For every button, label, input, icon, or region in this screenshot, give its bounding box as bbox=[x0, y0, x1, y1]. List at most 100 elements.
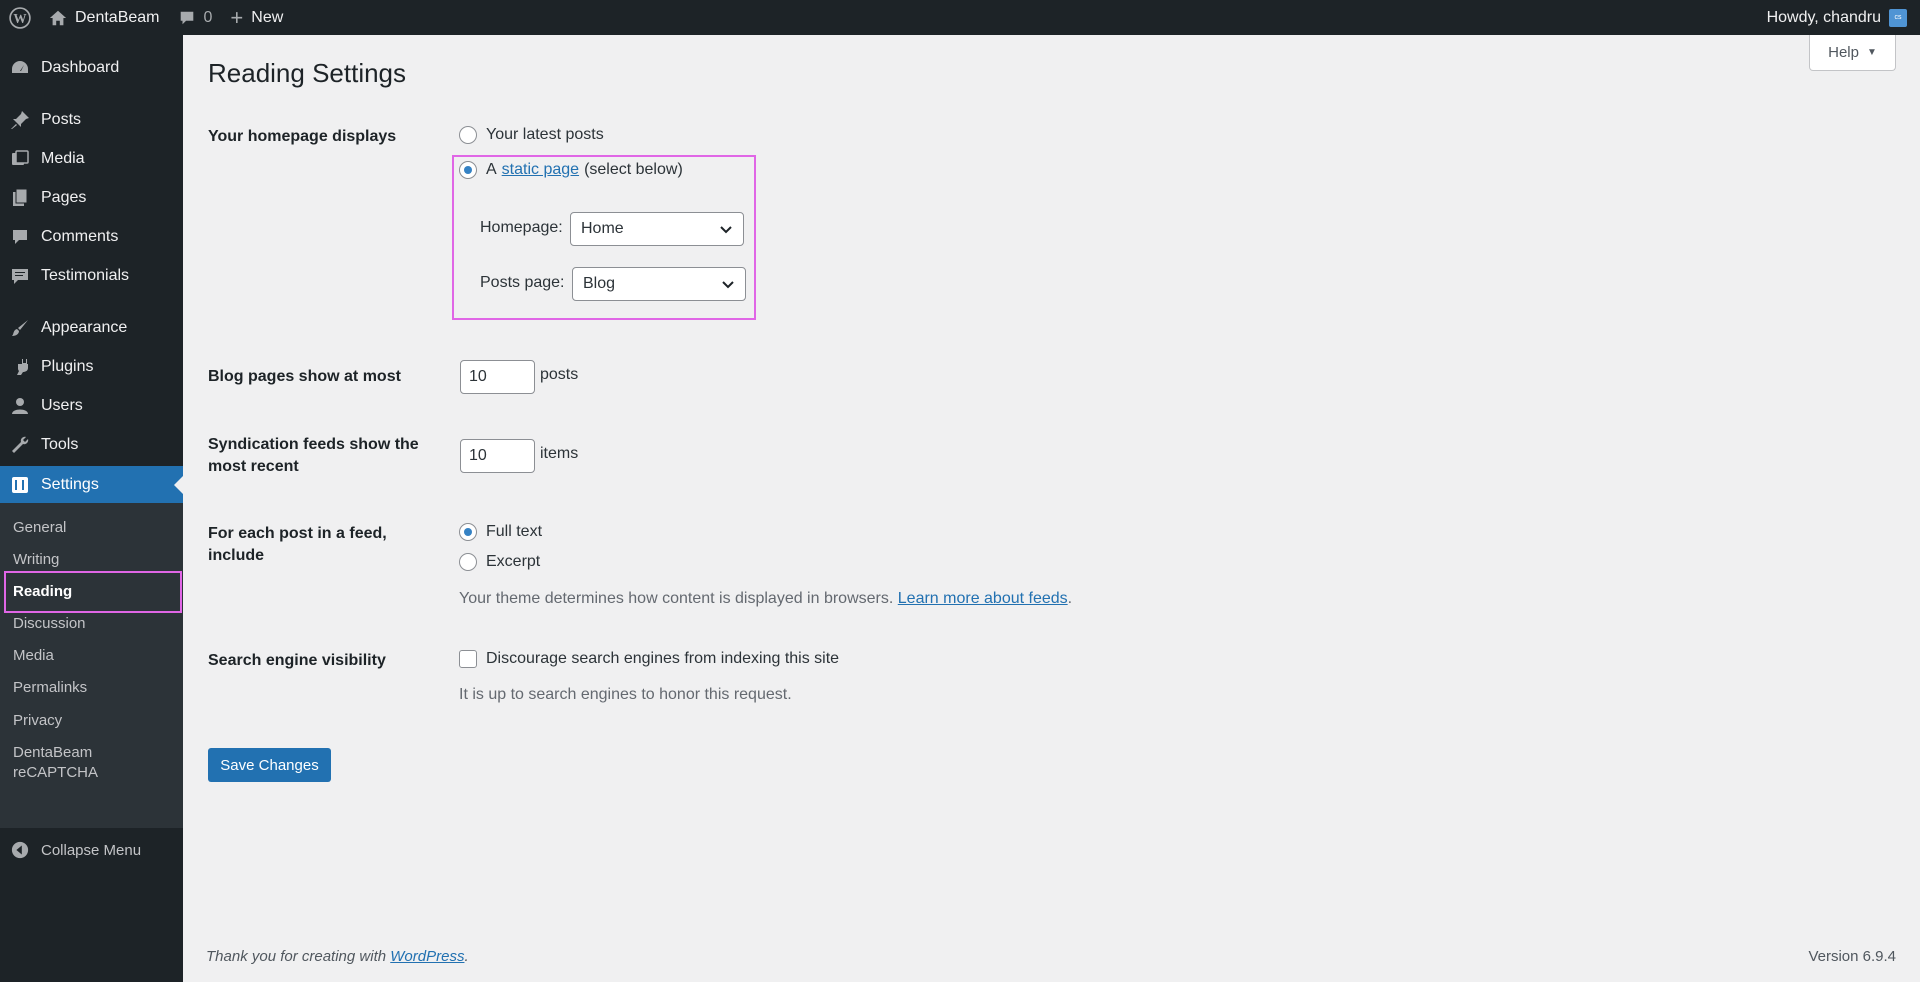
help-button[interactable]: Help ▼ bbox=[1809, 35, 1896, 71]
chevron-down-icon bbox=[722, 281, 734, 289]
submenu-item-general[interactable]: General bbox=[13, 518, 66, 538]
comment-icon bbox=[10, 227, 30, 247]
sidebar-item-appearance[interactable]: Appearance bbox=[0, 310, 183, 346]
submenu-item-discussion[interactable]: Discussion bbox=[13, 614, 86, 634]
plus-icon: + bbox=[230, 4, 244, 30]
submenu-item-permalinks[interactable]: Permalinks bbox=[13, 678, 87, 698]
homepage-select-label: Homepage: bbox=[480, 219, 563, 236]
posts-unit-label: posts bbox=[540, 366, 579, 383]
home-icon bbox=[49, 9, 67, 27]
posts-per-page-input[interactable]: 10 bbox=[460, 360, 535, 394]
blog-pages-label: Blog pages show at most bbox=[208, 368, 401, 385]
radio-excerpt-label: Excerpt bbox=[486, 553, 541, 570]
posts-page-select[interactable]: Blog bbox=[572, 267, 746, 301]
search-visibility-label: Search engine visibility bbox=[208, 652, 386, 669]
sidebar-item-label: Appearance bbox=[41, 319, 128, 336]
sidebar-item-label: Media bbox=[41, 150, 85, 167]
sidebar-item-label: Tools bbox=[41, 436, 79, 453]
comments-count: 0 bbox=[203, 8, 213, 26]
pin-icon bbox=[10, 110, 30, 130]
footer-thanks: Thank you for creating with WordPress. bbox=[206, 948, 469, 965]
submenu-item-privacy[interactable]: Privacy bbox=[13, 711, 62, 731]
items-unit-label: items bbox=[540, 445, 579, 462]
radio-full-text[interactable]: Full text bbox=[459, 523, 542, 541]
sidebar-item-tools[interactable]: Tools bbox=[0, 427, 183, 463]
footer-thanks-end: . bbox=[464, 948, 469, 965]
user-icon bbox=[10, 396, 30, 416]
sidebar-item-label: Pages bbox=[41, 189, 87, 206]
sidebar-item-label: Settings bbox=[41, 476, 99, 493]
comments-link[interactable]: 0 bbox=[169, 0, 222, 35]
save-changes-button[interactable]: Save Changes bbox=[208, 748, 331, 782]
sidebar-item-label: Posts bbox=[41, 111, 82, 128]
radio-button[interactable] bbox=[459, 126, 477, 144]
sidebar-item-media[interactable]: Media bbox=[0, 141, 183, 177]
reading-highlight-annotation bbox=[4, 571, 182, 613]
help-label: Help bbox=[1828, 44, 1859, 61]
feed-description: Your theme determines how content is dis… bbox=[459, 590, 1072, 608]
radio-excerpt[interactable]: Excerpt bbox=[459, 553, 540, 571]
sidebar-item-testimonials[interactable]: Testimonials bbox=[0, 258, 183, 294]
submenu-item-label-line2: reCAPTCHA bbox=[13, 764, 99, 781]
sidebar-item-plugins[interactable]: Plugins bbox=[0, 349, 183, 385]
submenu-item-dentabeam-recaptcha[interactable]: DentaBeam reCAPTCHA bbox=[13, 743, 98, 783]
radio-button[interactable] bbox=[459, 523, 477, 541]
sidebar-item-label: Users bbox=[41, 397, 83, 414]
sidebar-item-settings[interactable]: Settings bbox=[0, 466, 183, 504]
footer-version: Version 6.9.4 bbox=[1808, 948, 1896, 965]
checkbox[interactable] bbox=[459, 650, 477, 668]
dashboard-icon bbox=[10, 58, 30, 78]
homepage-select[interactable]: Home bbox=[570, 212, 744, 246]
sidebar-item-label: Comments bbox=[41, 228, 119, 245]
new-content-link[interactable]: + New bbox=[221, 0, 292, 35]
new-label: New bbox=[251, 8, 284, 26]
wordpress-link[interactable]: WordPress bbox=[390, 948, 464, 965]
testimonial-icon bbox=[10, 266, 30, 286]
posts-per-rss-input[interactable]: 10 bbox=[460, 439, 535, 473]
sidebar-item-label: Dashboard bbox=[41, 59, 120, 76]
sidebar-item-pages[interactable]: Pages bbox=[0, 180, 183, 216]
submenu-item-media[interactable]: Media bbox=[13, 646, 54, 666]
wordpress-logo-icon[interactable]: W bbox=[0, 0, 40, 35]
search-visibility-description: It is up to search engines to honor this… bbox=[459, 686, 792, 703]
discourage-search-checkbox[interactable]: Discourage search engines from indexing … bbox=[459, 650, 839, 668]
learn-more-feeds-link[interactable]: Learn more about feeds bbox=[898, 590, 1068, 607]
radio-button[interactable] bbox=[459, 553, 477, 571]
pages-icon bbox=[10, 188, 30, 208]
caret-down-icon: ▼ bbox=[1866, 47, 1877, 58]
wrench-icon bbox=[10, 435, 30, 455]
syndication-label-line2: most recent bbox=[208, 458, 299, 475]
collapse-menu-button[interactable]: Collapse Menu bbox=[0, 832, 183, 868]
feed-include-label: For each post in a feed, include bbox=[208, 523, 387, 567]
howdy-label: Howdy, chandru bbox=[1766, 8, 1881, 26]
sidebar-item-label: Plugins bbox=[41, 358, 94, 375]
collapse-arrow-icon bbox=[10, 840, 30, 860]
svg-text:W: W bbox=[13, 10, 26, 25]
avatar: cs bbox=[1889, 8, 1907, 27]
sidebar-item-comments[interactable]: Comments bbox=[0, 219, 183, 255]
media-icon bbox=[10, 149, 30, 169]
sidebar-item-label: Testimonials bbox=[41, 267, 130, 284]
posts-page-select-label: Posts page: bbox=[480, 274, 565, 291]
comment-icon bbox=[178, 9, 196, 27]
posts-page-select-value: Blog bbox=[583, 275, 616, 292]
brush-icon bbox=[10, 318, 30, 338]
sidebar-item-users[interactable]: Users bbox=[0, 388, 183, 424]
main-content: Help ▼ Reading Settings Your homepage di… bbox=[183, 35, 1920, 982]
syndication-label-line1: Syndication feeds show the bbox=[208, 436, 419, 453]
admin-bar: W DentaBeam 0 + New Howdy, chandru cs bbox=[0, 0, 1920, 35]
collapse-menu-label: Collapse Menu bbox=[41, 841, 142, 859]
syndication-label: Syndication feeds show the most recent bbox=[208, 434, 419, 478]
homepage-displays-label: Your homepage displays bbox=[208, 128, 397, 145]
submenu-item-label-line1: DentaBeam bbox=[13, 744, 93, 761]
sidebar-item-dashboard[interactable]: Dashboard bbox=[0, 50, 183, 86]
submenu-item-writing[interactable]: Writing bbox=[13, 550, 59, 570]
my-account[interactable]: Howdy, chandru cs bbox=[1766, 8, 1920, 27]
footer-thanks-text: Thank you for creating with bbox=[206, 948, 387, 965]
feed-include-label-line2: include bbox=[208, 547, 265, 564]
sidebar-item-posts[interactable]: Posts bbox=[0, 102, 183, 138]
settings-icon bbox=[10, 475, 30, 495]
site-name-link[interactable]: DentaBeam bbox=[40, 0, 169, 35]
radio-latest-posts[interactable]: Your latest posts bbox=[459, 126, 604, 144]
discourage-search-label: Discourage search engines from indexing … bbox=[486, 650, 840, 667]
